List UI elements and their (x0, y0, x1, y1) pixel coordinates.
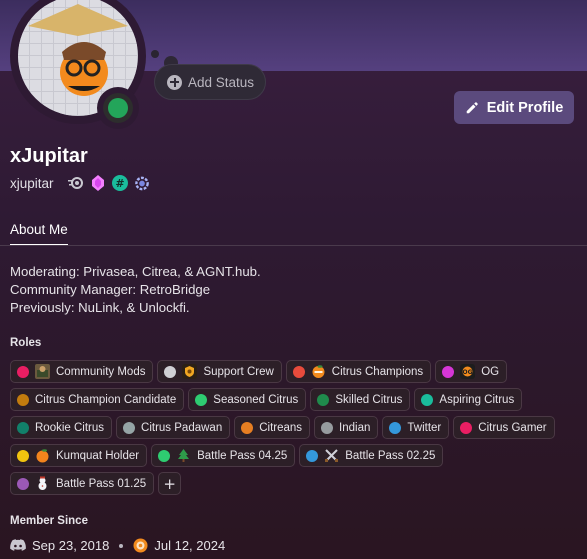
member-since-row: Sep 23, 2018 Jul 12, 2024 (10, 538, 225, 553)
nitro-icon[interactable] (67, 175, 84, 191)
role-pill[interactable]: Citrus Champions (285, 360, 432, 383)
hashtag-badge-icon[interactable]: # (111, 175, 128, 191)
tab-divider (0, 245, 587, 246)
role-pill[interactable]: Skilled Citrus (310, 388, 411, 411)
discord-member-date: Sep 23, 2018 (32, 538, 110, 553)
add-status-button[interactable]: Add Status (154, 64, 266, 100)
role-color-dot[interactable] (241, 421, 254, 434)
role-pill[interactable]: Battle Pass 04.25 (151, 444, 296, 467)
svg-text:#: # (115, 177, 124, 190)
online-status-icon (103, 93, 133, 123)
role-color-dot[interactable] (292, 365, 305, 378)
role-label: Citrus Gamer (478, 421, 547, 434)
role-pill[interactable]: Aspiring Citrus (414, 388, 523, 411)
status-bubble-dot (151, 50, 159, 58)
role-label: Aspiring Citrus (439, 393, 515, 406)
role-pill[interactable]: Battle Pass 01.25 (10, 472, 155, 495)
role-pill[interactable]: Indian (314, 416, 379, 439)
role-color-dot[interactable] (17, 421, 29, 434)
roles-title: Roles (10, 337, 42, 349)
role-pill[interactable]: Seasoned Citrus (188, 388, 307, 411)
about-line: Previously: NuLink, & Unlockfi. (10, 300, 190, 315)
server-icon (133, 538, 148, 553)
tree-icon (176, 448, 191, 463)
discord-icon (10, 539, 26, 551)
role-color-dot[interactable] (17, 449, 29, 462)
role-label: Kumquat Holder (56, 449, 140, 462)
role-pill[interactable]: Battle Pass 02.25 (299, 444, 444, 467)
role-color-dot[interactable] (195, 393, 208, 406)
swords-icon (324, 448, 339, 463)
role-pill[interactable]: Community Mods (10, 360, 154, 383)
role-pill[interactable]: Support Crew (157, 360, 282, 383)
role-color-dot[interactable] (460, 421, 473, 434)
role-label: Citrus Champions (331, 365, 424, 378)
quest-badge-icon[interactable] (134, 175, 150, 191)
role-color-dot[interactable] (17, 477, 29, 490)
username-row: xjupitar # (10, 175, 150, 191)
role-pill[interactable]: Citrus Gamer (453, 416, 555, 439)
status-indicator (97, 87, 139, 129)
role-color-dot[interactable] (321, 421, 334, 434)
role-pill[interactable]: Kumquat Holder (10, 444, 148, 467)
role-pill[interactable]: Citreans (234, 416, 311, 439)
kumquat-icon (35, 448, 50, 463)
og-icon: OG (460, 364, 476, 379)
role-label: Battle Pass 04.25 (197, 449, 288, 462)
role-label: Battle Pass 01.25 (56, 477, 147, 490)
role-label: Citrus Padawan (141, 421, 223, 434)
role-pill[interactable]: Citrus Champion Candidate (10, 388, 185, 411)
role-pill[interactable]: Twitter (382, 416, 450, 439)
role-label: Citreans (259, 421, 303, 434)
role-pill[interactable]: Citrus Padawan (116, 416, 231, 439)
server-member-date: Jul 12, 2024 (154, 538, 226, 553)
role-color-dot[interactable] (389, 421, 402, 434)
mod-image-icon (35, 364, 50, 379)
role-color-dot[interactable] (158, 449, 171, 462)
about-me-text: Moderating: Privasea, Citrea, & AGNT.hub… (10, 263, 261, 317)
role-label: Support Crew (203, 365, 274, 378)
about-line: Community Manager: RetroBridge (10, 282, 211, 297)
edit-profile-label: Edit Profile (486, 99, 564, 116)
badge-list: # (67, 175, 150, 191)
role-label: Seasoned Citrus (213, 393, 299, 406)
add-status-label: Add Status (188, 74, 255, 90)
edit-profile-button[interactable]: Edit Profile (454, 91, 574, 124)
snowman-icon (35, 476, 50, 491)
role-label: Citrus Champion Candidate (35, 393, 177, 406)
display-name: xJupitar (10, 145, 88, 167)
username: xjupitar (10, 175, 54, 191)
role-label: Battle Pass 02.25 (345, 449, 436, 462)
role-label: Twitter (407, 421, 442, 434)
roles-list: Community Mods Support Crew Citrus Champio… (10, 360, 580, 495)
role-label: Skilled Citrus (335, 393, 403, 406)
role-label: Rookie Citrus (35, 421, 105, 434)
role-color-dot[interactable] (442, 365, 455, 378)
tab-about-me[interactable]: About Me (10, 222, 68, 246)
role-label: OG (481, 365, 500, 378)
orange-icon (311, 364, 326, 379)
gem-boost-icon[interactable] (90, 175, 106, 191)
role-color-dot[interactable] (17, 393, 29, 406)
role-color-dot[interactable] (421, 393, 434, 406)
role-color-dot[interactable] (17, 365, 29, 378)
svg-text:OG: OG (463, 369, 473, 376)
shield-icon (182, 364, 198, 379)
add-role-button[interactable]: + (158, 472, 182, 495)
role-label: Community Mods (56, 365, 146, 378)
separator-dot (119, 543, 124, 548)
pencil-icon (466, 101, 478, 113)
role-label: Indian (339, 421, 371, 434)
role-pill[interactable]: OG OG (435, 360, 508, 383)
about-line: Moderating: Privasea, Citrea, & AGNT.hub… (10, 264, 261, 279)
role-color-dot[interactable] (306, 449, 319, 462)
role-pill[interactable]: Rookie Citrus (10, 416, 113, 439)
plus-circle-icon (167, 74, 182, 90)
role-color-dot[interactable] (123, 421, 136, 434)
member-since-title: Member Since (10, 515, 88, 527)
role-color-dot[interactable] (164, 365, 177, 378)
role-color-dot[interactable] (317, 393, 330, 406)
